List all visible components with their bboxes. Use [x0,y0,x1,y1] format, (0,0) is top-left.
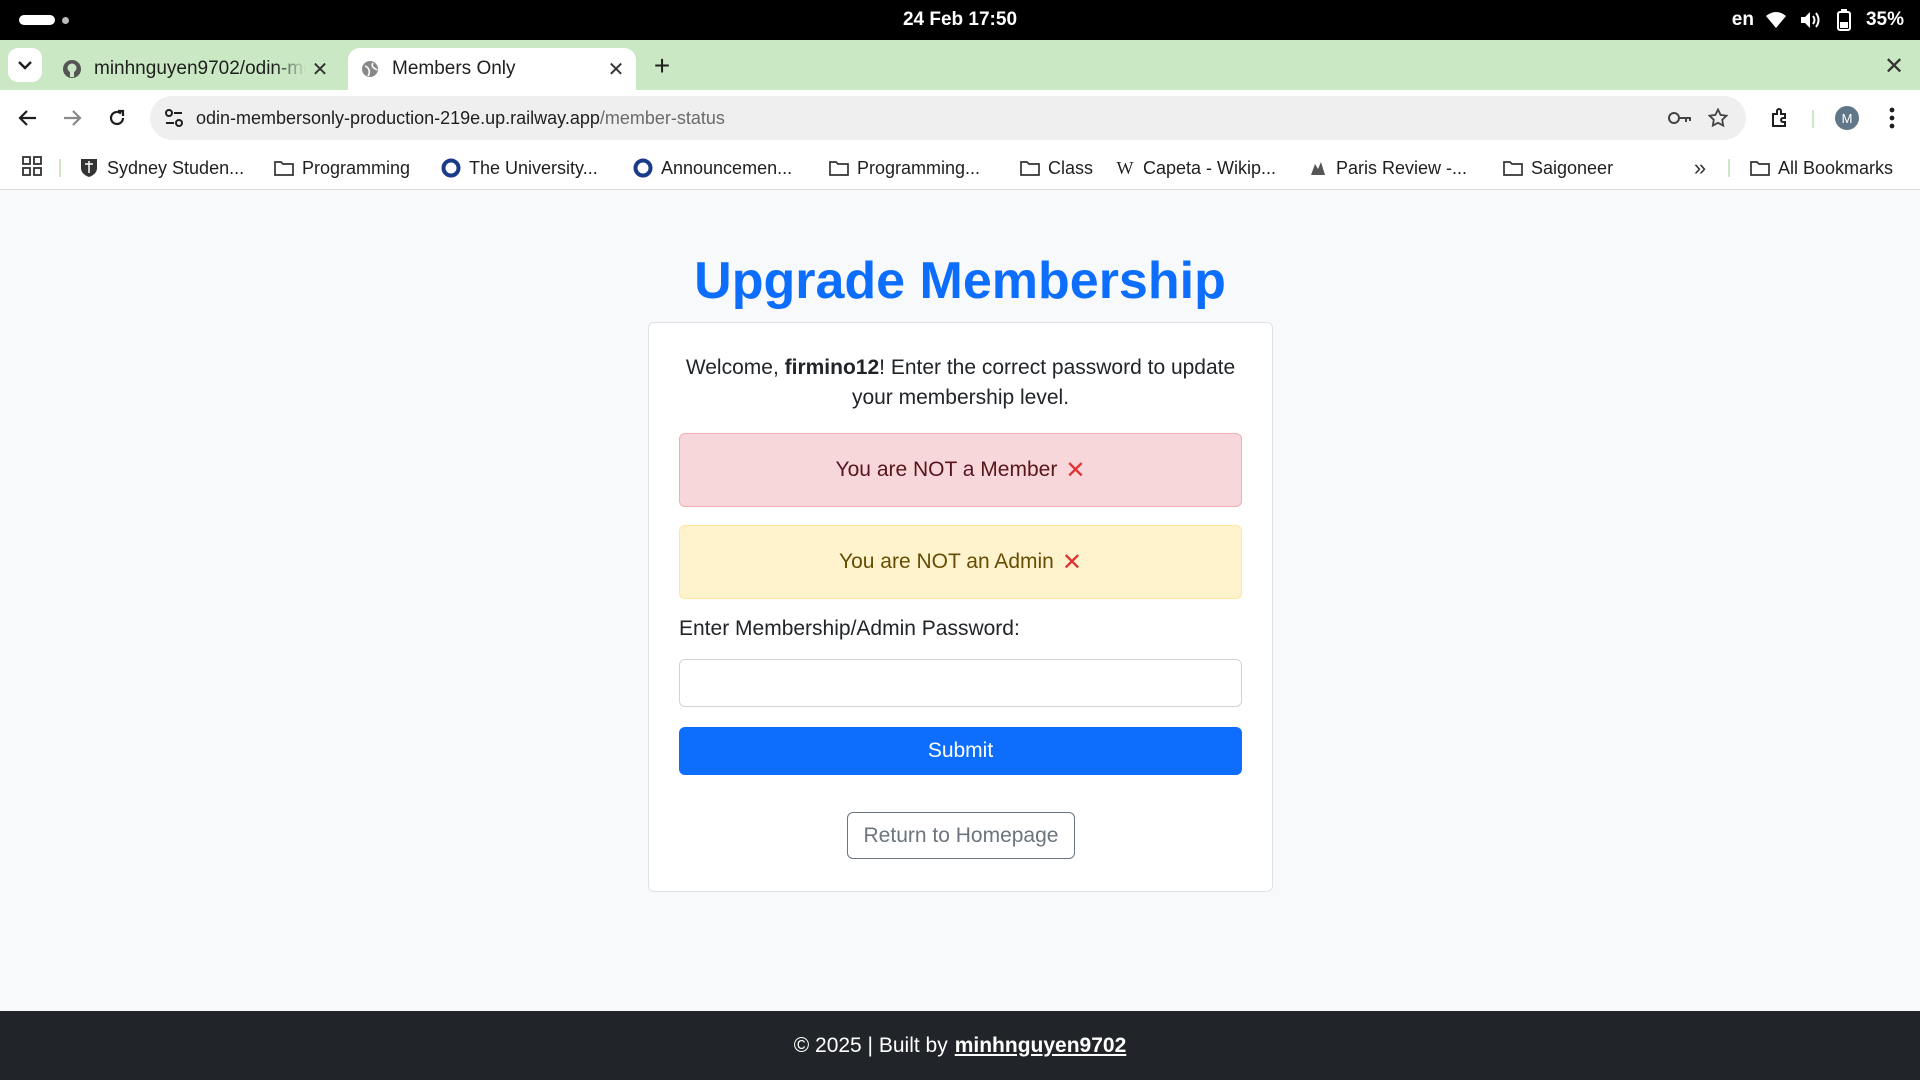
page-content: Upgrade Membership Welcome, firmino12! E… [0,191,1920,1011]
tab-members-only[interactable]: Members Only ✕ [348,48,636,90]
toolbar-divider [1812,110,1814,128]
folder-icon [829,158,849,178]
menu-button[interactable] [1876,102,1908,134]
bookmark-label: Class [1048,157,1094,178]
bookmark-label: Programming [302,157,411,178]
url-host: odin-membersonly-production-219e.up.rail… [196,108,600,128]
folder-icon [1750,158,1770,178]
welcome-message: Welcome, firmino12! Enter the correct pa… [679,353,1242,413]
bookmark-programming-2[interactable]: Programming... [829,146,980,190]
bookmark-label: Announcemen... [661,157,793,178]
folder-icon [1503,158,1523,178]
back-button[interactable] [12,102,44,134]
bookmark-the-university[interactable]: The University... [441,146,598,190]
close-window-button[interactable]: ✕ [1880,52,1908,80]
folder-icon [274,158,294,178]
wikipedia-icon: W [1116,157,1134,178]
page-title: Upgrade Membership [694,252,1226,310]
ring-icon [441,158,461,178]
wifi-icon[interactable] [1764,9,1788,31]
bookmark-paris-review[interactable]: Paris Review -... [1308,146,1467,190]
close-icon[interactable]: ✕ [306,55,334,83]
bookmark-label: Programming... [857,157,981,178]
bookmark-label: Paris Review -... [1336,157,1468,178]
crest-icon [79,158,99,178]
reload-button[interactable] [101,102,133,134]
address-bar[interactable]: odin-membersonly-production-219e.up.rail… [150,96,1746,140]
globe-icon [360,59,380,79]
bookmark-announcements[interactable]: Announcemen... [633,146,792,190]
url-text[interactable]: odin-membersonly-production-219e.up.rail… [196,108,725,129]
bookmark-label: The University... [469,157,598,178]
submit-button[interactable]: Submit [679,727,1242,775]
bookmark-saigoneer[interactable]: Saigoneer [1503,146,1613,190]
profile-avatar[interactable]: M [1835,106,1859,130]
new-tab-button[interactable]: + [648,50,676,81]
chevron-down-icon [18,61,32,70]
bookmark-label: Saigoneer [1531,157,1614,178]
arrow-left-icon [18,110,36,126]
volume-icon[interactable] [1798,9,1822,31]
bookmark-programming[interactable]: Programming [274,146,410,190]
browser-toolbar: odin-membersonly-production-219e.up.rail… [0,90,1920,146]
clock: 24 Feb 17:50 [902,9,1018,30]
more-bookmarks-chevron-icon[interactable]: » [1688,155,1712,180]
ring-icon [633,158,653,178]
language-indicator[interactable]: en [1732,9,1754,31]
welcome-prefix: Welcome, [685,356,785,379]
site-settings-icon[interactable] [160,104,188,132]
tab-strip: minhnguyen9702/odin-members-only ✕ Membe… [0,40,1920,90]
bookmark-divider [1728,159,1730,177]
folder-icon [1020,158,1040,178]
arrow-right-icon [64,110,82,126]
bookmark-label: Sydney Studen... [107,157,245,178]
url-path: /member-status [599,108,725,128]
return-to-homepage-button[interactable]: Return to Homepage [847,812,1075,859]
puzzle-icon [1772,108,1786,127]
password-label: Enter Membership/Admin Password: [679,617,1020,640]
apps-grid-icon[interactable] [22,156,44,178]
paris-review-icon [1308,158,1328,178]
tab-search-button[interactable] [8,48,42,82]
bookmark-sydney-student[interactable]: Sydney Studen... [79,146,244,190]
bookmark-class[interactable]: Class [1020,146,1093,190]
forward-button[interactable] [56,102,88,134]
extensions-button[interactable] [1765,102,1797,134]
membership-card: Welcome, firmino12! Enter the correct pa… [648,322,1273,892]
admin-status-text: You are NOT an Admin [839,550,1054,573]
more-vert-icon [1889,107,1895,129]
reload-icon [109,109,125,126]
welcome-suffix: ! Enter the correct password to update y… [851,356,1236,409]
all-bookmarks-label: All Bookmarks [1778,157,1894,178]
github-icon [62,59,82,79]
close-icon[interactable]: ✕ [602,55,630,83]
username: firmino12 [784,356,880,379]
tab-github[interactable]: minhnguyen9702/odin-members-only ✕ [50,48,340,90]
password-key-icon[interactable] [1666,104,1694,132]
bookmark-star-icon[interactable] [1704,104,1732,132]
cross-mark-icon: ✕ [1061,548,1082,576]
bookmark-label: Capeta - Wikip... [1143,157,1277,178]
admin-status-alert: You are NOT an Admin ✕ [679,525,1242,599]
system-status-bar: 24 Feb 17:50 en 35% [0,0,1920,40]
bookmark-capeta-wikipedia[interactable]: W Capeta - Wikip... [1115,146,1277,190]
battery-icon[interactable] [1832,9,1856,31]
all-bookmarks-button[interactable]: All Bookmarks [1750,146,1893,190]
battery-percent: 35% [1865,9,1904,30]
bookmark-divider [59,159,61,177]
author-link[interactable]: minhnguyen9702 [955,1034,1127,1058]
bookmarks-bar: Sydney Studen... Programming The Univers… [0,146,1920,190]
tab-title: Members Only [392,58,516,79]
member-status-text: You are NOT a Member [835,458,1058,481]
member-status-alert: You are NOT a Member ✕ [679,433,1242,507]
footer-text: © 2025 | Built by [793,1033,948,1057]
password-input[interactable] [679,659,1242,707]
tab-title: minhnguyen9702/odin-members-only [94,58,306,79]
cross-mark-icon: ✕ [1065,456,1086,484]
footer: © 2025 | Built by minhnguyen9702 [0,1011,1920,1080]
